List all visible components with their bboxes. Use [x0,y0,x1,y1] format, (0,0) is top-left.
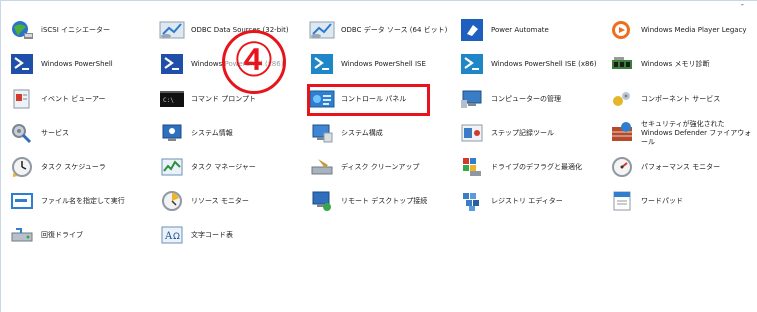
wordpad-icon [609,189,635,213]
resource-monitor-icon [159,189,185,213]
tool-label: リソース モニター [191,196,249,205]
tool-label: Power Automate [491,25,549,34]
tool-label: Windows メモリ診断 [641,59,710,68]
tool-label: ファイル名を指定して実行 [41,196,125,205]
odbc-icon [159,18,185,42]
tool-command-prompt[interactable]: C:\ コマンド プロンプト [159,85,304,113]
tool-label: ステップ記録ツール [491,128,554,137]
tool-registry-editor[interactable]: レジストリ エディター [459,187,604,215]
power-automate-icon [459,18,485,42]
recovery-drive-icon [9,223,35,247]
tool-power-automate[interactable]: Power Automate [459,16,604,44]
task-manager-icon [159,155,185,179]
tool-label: コンポーネント サービス [641,94,721,103]
tool-run[interactable]: ファイル名を指定して実行 [9,187,154,215]
tool-task-manager[interactable]: タスク マネージャー [159,153,304,181]
tool-label: コントロール パネル [341,94,407,103]
tool-services[interactable]: サービス [9,119,154,147]
tool-character-map[interactable]: AΩ 文字コード表 [159,221,304,249]
control-panel-icon [309,87,335,111]
system-info-icon [159,121,185,145]
steps-recorder-icon [459,121,485,145]
defrag-icon [459,155,485,179]
tool-system-configuration[interactable]: システム構成 [309,119,454,147]
task-scheduler-icon [9,155,35,179]
tool-label: iSCSI イニシエーター [41,25,111,34]
system-config-icon [309,121,335,145]
tool-computer-management[interactable]: コンピューターの管理 [459,85,604,113]
powershell-icon [309,52,335,76]
tool-label: Windows PowerShell ISE (x86) [491,59,597,68]
tool-label: リモート デスクトップ接続 [341,196,428,205]
services-icon [9,121,35,145]
tool-powershell-ise-x86[interactable]: Windows PowerShell ISE (x86) [459,50,604,78]
tool-memory-diagnostic[interactable]: Windows メモリ診断 [609,50,754,78]
disk-cleanup-icon [309,155,335,179]
registry-editor-icon [459,189,485,213]
firewall-icon [609,121,635,145]
tool-label: イベント ビューアー [41,94,106,103]
odbc-icon [309,18,335,42]
tool-label: タスク スケジューラ [41,162,106,171]
tool-defender-firewall[interactable]: セキュリティが強化された Windows Defender ファイアウォール [609,119,754,147]
memory-chip-icon [609,52,635,76]
tool-label: ディスク クリーンアップ [341,162,420,171]
component-services-icon [609,87,635,111]
tool-task-scheduler[interactable]: タスク スケジューラ [9,153,154,181]
tool-iscsi-initiator[interactable]: iSCSI イニシエーター [9,16,154,44]
tool-control-panel[interactable]: コントロール パネル [309,85,454,113]
tool-powershell-ise[interactable]: Windows PowerShell ISE [309,50,454,78]
step-number-badge: ④ [222,30,286,94]
tool-steps-recorder[interactable]: ステップ記録ツール [459,119,604,147]
window-left-border [0,0,1,312]
tool-remote-desktop[interactable]: リモート デスクトップ接続 [309,187,454,215]
tool-defrag-optimize[interactable]: ドライブのデフラグと最適化 [459,153,604,181]
tool-label: レジストリ エディター [491,196,563,205]
tool-disk-cleanup[interactable]: ディスク クリーンアップ [309,153,454,181]
tool-label: Windows PowerShell [41,59,113,68]
tool-label: パフォーマンス モニター [641,162,721,171]
tool-component-services[interactable]: コンポーネント サービス [609,85,754,113]
tool-label: Windows Media Player Legacy [641,25,747,34]
tool-system-information[interactable]: システム情報 [159,119,304,147]
window-top-border [0,0,757,1]
tool-recovery-drive[interactable]: 回復ドライブ [9,221,154,249]
tool-event-viewer[interactable]: イベント ビューアー [9,85,154,113]
powershell-icon [459,52,485,76]
minimize-mark[interactable]: - [741,0,744,10]
computer-management-icon [459,87,485,111]
tool-wordpad[interactable]: ワードパッド [609,187,754,215]
tool-label: サービス [41,128,69,137]
command-prompt-icon: C:\ [159,87,185,111]
powershell-icon [9,52,35,76]
tool-odbc-64[interactable]: ODBC データ ソース (64 ビット) [309,16,454,44]
tool-label: ODBC データ ソース (64 ビット) [341,25,448,34]
performance-monitor-icon [609,155,635,179]
tool-label: セキュリティが強化された Windows Defender ファイアウォール [641,119,752,146]
remote-desktop-icon [309,189,335,213]
tool-label: システム情報 [191,128,233,137]
svg-text:Ω: Ω [173,232,180,242]
run-icon [9,189,35,213]
globe-network-icon [9,18,35,42]
event-viewer-icon [9,87,35,111]
tool-label: コンピューターの管理 [491,94,561,103]
svg-text:A: A [164,231,173,242]
tool-label: ワードパッド [641,196,683,205]
svg-text:C:\: C:\ [163,97,174,104]
powershell-icon [159,52,185,76]
tool-label: コマンド プロンプト [191,94,257,103]
tool-performance-monitor[interactable]: パフォーマンス モニター [609,153,754,181]
tool-label: 文字コード表 [191,230,233,239]
tool-label: Windows PowerShell ISE [341,59,426,68]
media-player-icon [609,18,635,42]
tool-label: 回復ドライブ [41,230,83,239]
tool-label: タスク マネージャー [191,162,256,171]
tool-label: ドライブのデフラグと最適化 [491,162,582,171]
tool-media-player-legacy[interactable]: Windows Media Player Legacy [609,16,754,44]
tool-powershell[interactable]: Windows PowerShell [9,50,154,78]
tool-label: システム構成 [341,128,383,137]
tool-resource-monitor[interactable]: リソース モニター [159,187,304,215]
character-map-icon: AΩ [159,223,185,247]
